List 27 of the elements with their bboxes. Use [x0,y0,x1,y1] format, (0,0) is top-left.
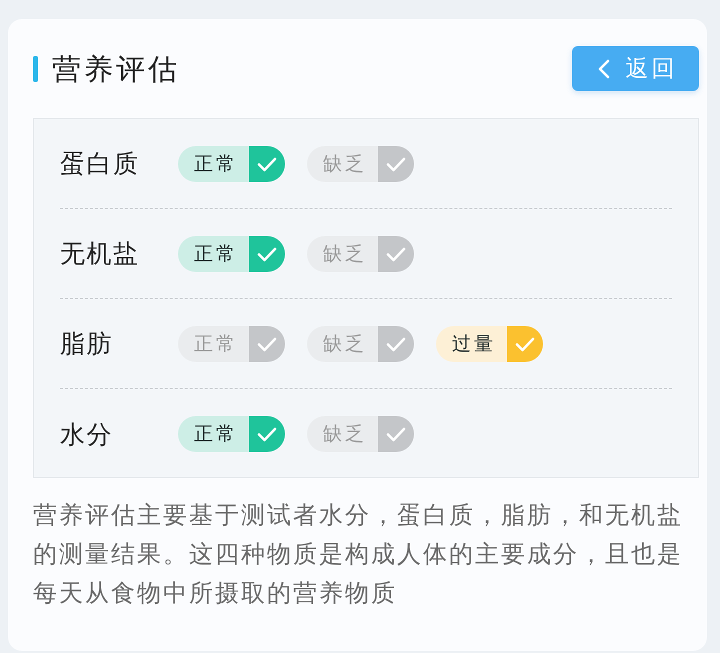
nutrient-label: 无机盐 [60,238,141,270]
status-toggle[interactable]: 缺乏 [307,146,414,182]
status-toggle[interactable]: 正常 [178,416,285,452]
status-toggle[interactable]: 正常 [178,146,285,182]
status-toggle[interactable]: 缺乏 [307,326,414,362]
check-icon [507,326,543,362]
back-button[interactable]: 返回 [572,46,699,91]
check-icon [249,416,285,452]
check-icon [378,236,414,272]
check-icon [249,146,285,182]
nutrient-label: 水分 [60,418,114,450]
page-title: 营养评估 [52,50,180,86]
nutrient-label: 脂肪 [60,328,114,360]
accent-bar-icon [33,56,38,82]
description-text: 营养评估主要基于测试者水分，蛋白质，脂肪，和无机盐的测量结果。这四种物质是构成人体的主要成分，且也是每天从食物中所摄取的营养物质 [33,500,684,609]
status-toggle[interactable]: 正常 [178,326,285,362]
nutrient-label: 蛋白质 [60,148,141,180]
status-toggle[interactable]: 缺乏 [307,416,414,452]
status-toggle[interactable]: 过量 [436,326,543,362]
check-icon [249,326,285,362]
status-toggle[interactable]: 缺乏 [307,236,414,272]
caret-icon [598,58,610,78]
check-icon [378,146,414,182]
status-toggle[interactable]: 正常 [178,236,285,272]
check-icon [249,236,285,272]
check-icon [378,326,414,362]
check-icon [378,416,414,452]
